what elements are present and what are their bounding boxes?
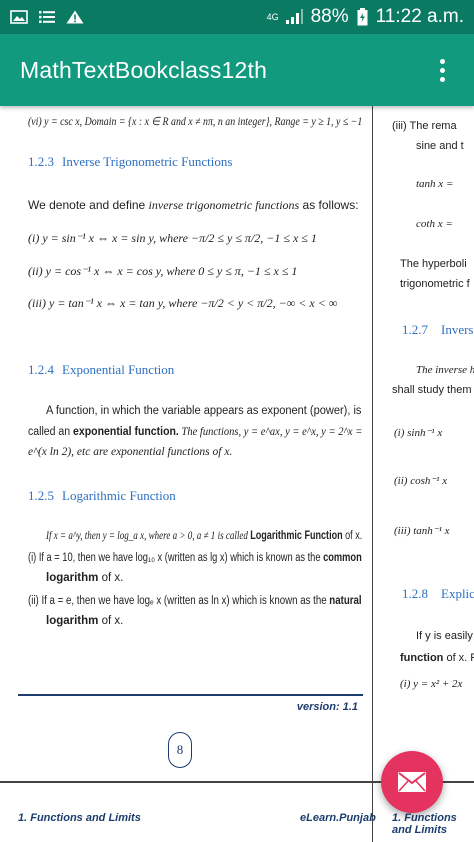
list-icon xyxy=(39,11,55,23)
textbook-page: (vi) y = csc x, Domain = {x : x ∈ R and … xyxy=(0,106,372,842)
section-heading-1-2-3: 1.2.3 Inverse Trigonometric Functions xyxy=(28,154,233,169)
next-page-line: (i) y = x² + 2x xyxy=(400,678,463,690)
next-page-heading: 1.2.7 Inverse xyxy=(402,322,474,337)
section-heading-1-2-4: 1.2.4 Exponential Function xyxy=(28,362,175,377)
section-heading-1-2-5: 1.2.5 Logarithmic Function xyxy=(28,488,176,503)
next-page-line: trigonometric f xyxy=(400,278,470,290)
version-label: version: 1.1 xyxy=(296,701,358,713)
network-type: 4G xyxy=(266,12,279,22)
exponential-paragraph-line-2: called an exponential function. The func… xyxy=(28,426,363,438)
inverse-trig-intro: We denote and define inverse trigonometr… xyxy=(28,198,359,212)
inverse-cosine-definition: (ii) y = cos⁻¹ x ⇔ x = cos y, where 0 ≤ … xyxy=(28,264,298,278)
page-footer-rule xyxy=(18,694,363,696)
app-title: MathTextBookclass12th xyxy=(20,56,268,83)
overflow-menu-icon[interactable] xyxy=(430,50,454,90)
mail-icon xyxy=(398,772,426,792)
footer-publisher: eLearn.Punjab xyxy=(300,812,376,824)
next-page-line: (ii) cosh⁻¹ x xyxy=(394,475,448,487)
natural-logarithm-line-2: logarithm of x. xyxy=(46,615,124,627)
status-bar: 4G 88% 11:22 a.m. xyxy=(0,0,474,34)
domain-line-vi: (vi) y = csc x, Domain = {x : x ∈ R and … xyxy=(28,116,363,128)
warning-icon xyxy=(66,10,84,24)
page-divider xyxy=(372,106,373,842)
common-logarithm-line: (i) If a = 10, then we have log₁₀ x (wri… xyxy=(28,552,362,564)
natural-logarithm-line: (ii) If a = e, then we have logₑ x (writ… xyxy=(28,595,362,607)
footer-chapter-title: 1. Functions and Limits xyxy=(18,812,141,824)
common-logarithm-line-2: logarithm of x. xyxy=(46,572,124,584)
next-page-line: tanh x = xyxy=(416,178,454,190)
signal-icon xyxy=(285,9,303,24)
exponential-paragraph-line-1: A function, in which the variable appear… xyxy=(46,405,362,417)
next-textbook-page: (iii) The rema sine and t tanh x = coth … xyxy=(392,106,474,842)
next-page-line: The inverse hyp xyxy=(416,364,474,376)
battery-icon xyxy=(357,8,368,26)
page-number: 8 xyxy=(168,732,192,768)
next-page-line: (i) sinh⁻¹ x xyxy=(394,427,443,439)
logarithm-definition: If x = a^y, then y = log_a x, where a > … xyxy=(46,530,363,542)
next-page-line: function of x. For ex xyxy=(400,652,474,664)
app-bar: MathTextBookclass12th xyxy=(0,34,474,106)
pdf-viewer[interactable]: (vi) y = csc x, Domain = {x : x ∈ R and … xyxy=(0,106,474,842)
next-page-line: The hyperboli xyxy=(400,258,467,270)
next-page-footer: 1. Functions and Limits xyxy=(392,812,457,836)
next-page-line: shall study them in xyxy=(392,384,474,396)
next-page-line: coth x = xyxy=(416,218,453,230)
next-page-line: (iii) The rema xyxy=(392,120,457,132)
email-fab-button[interactable] xyxy=(381,751,443,813)
inverse-tangent-definition: (iii) y = tan⁻¹ x ⇔ x = tan y, where −π/… xyxy=(28,296,338,310)
next-page-line: If y is easily exp xyxy=(416,630,474,642)
next-page-line: sine and t xyxy=(416,140,464,152)
clock: 11:22 a.m. xyxy=(375,6,464,27)
battery-level: 88% xyxy=(310,6,349,27)
exponential-paragraph-line-3: e^(x ln 2), etc are exponential function… xyxy=(28,446,233,458)
next-page-heading: 1.2.8 Explicit xyxy=(402,586,474,601)
image-icon xyxy=(10,10,28,24)
inverse-sine-definition: (i) y = sin⁻¹ x ⇔ x = sin y, where −π/2 … xyxy=(28,231,317,245)
next-page-line: (iii) tanh⁻¹ x xyxy=(394,525,450,537)
